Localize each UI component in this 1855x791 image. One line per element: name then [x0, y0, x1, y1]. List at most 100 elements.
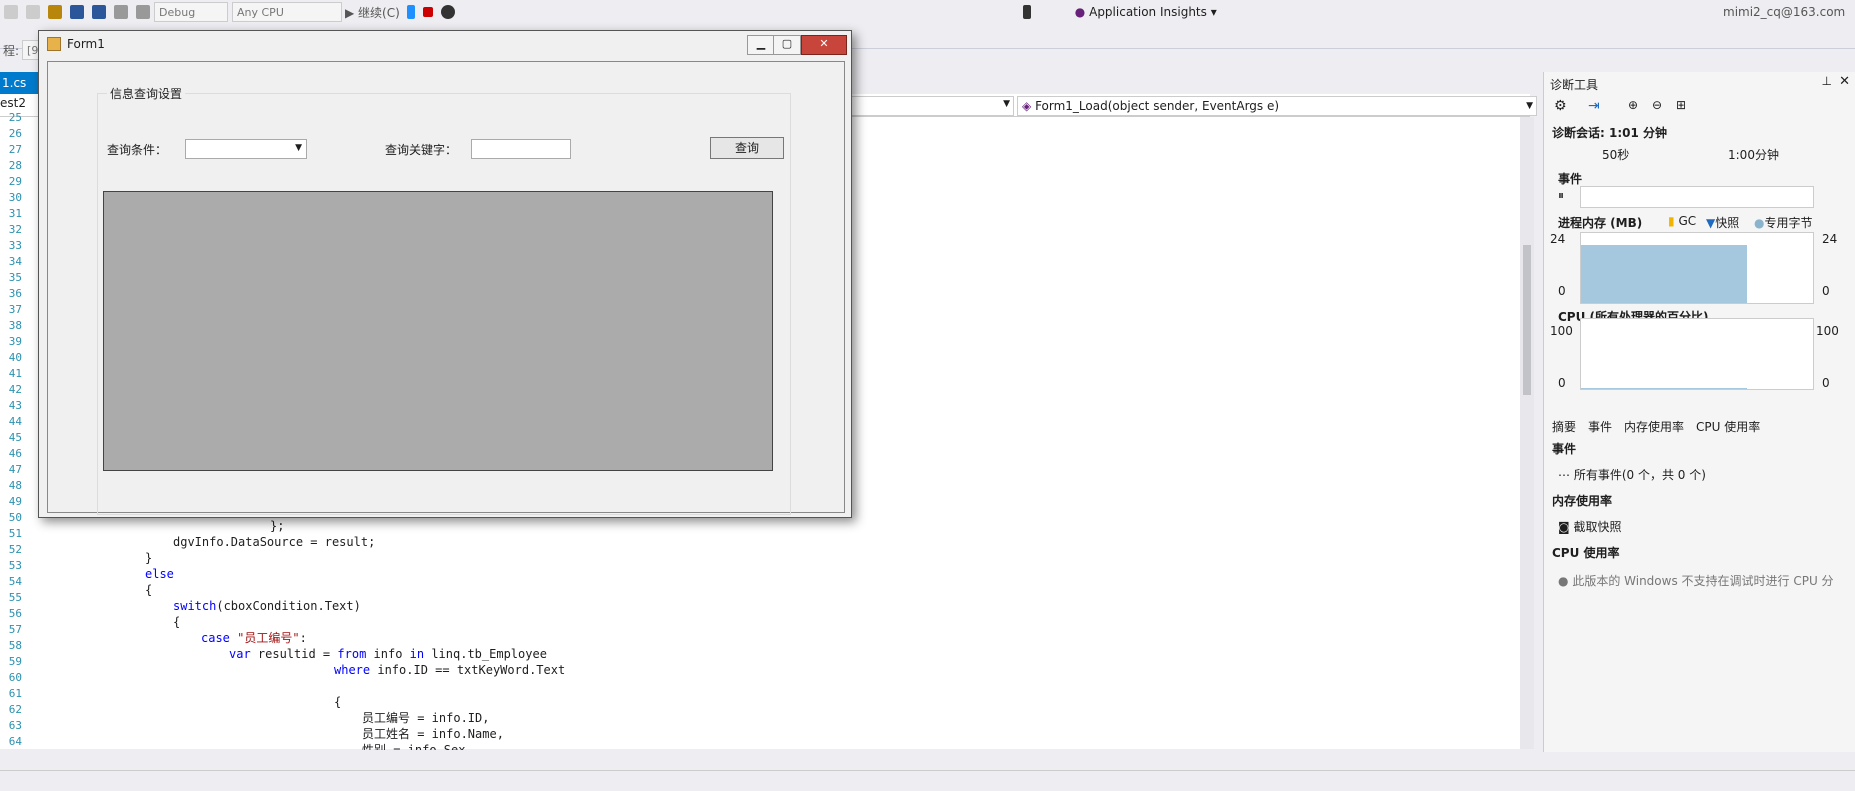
code-text: (cboxCondition.Text)	[216, 599, 361, 613]
undo-icon[interactable]	[114, 5, 128, 19]
code-text: linq.tb_Employee	[424, 647, 547, 661]
cpu-chart	[1580, 318, 1814, 390]
condition-combobox[interactable]: ▼	[185, 139, 307, 159]
pin-icon[interactable]: ⊥	[1822, 74, 1832, 88]
zoom-in-icon[interactable]: ⊕	[1628, 98, 1638, 112]
close-icon[interactable]: ✕	[1839, 74, 1850, 89]
line-number: 28	[8, 159, 22, 172]
dropdown-arrow-icon: ▼	[295, 143, 302, 153]
editor-scrollbar[interactable]	[1520, 117, 1534, 749]
events-icon: ⋯	[1558, 468, 1570, 482]
events-section-header[interactable]: 事件	[1558, 170, 1582, 187]
tab-cpu-usage[interactable]: CPU 使用率	[1696, 418, 1760, 435]
stop-icon[interactable]	[422, 7, 433, 17]
line-number: 33	[8, 239, 22, 252]
reset-view-icon[interactable]: ⊞	[1676, 98, 1686, 112]
line-number: 42	[8, 383, 22, 396]
forward-icon[interactable]	[26, 5, 40, 19]
application-insights-button[interactable]: ● Application Insights ▾	[1075, 5, 1217, 19]
line-number: 40	[8, 351, 22, 364]
code-text: :	[299, 631, 307, 645]
memory-section-header[interactable]: 进程内存 (MB)	[1558, 214, 1642, 231]
continue-button[interactable]: ▶ 继续(C)	[345, 4, 400, 21]
all-events-link[interactable]: ⋯ 所有事件(0 个，共 0 个)	[1558, 466, 1706, 483]
line-number: 41	[8, 367, 22, 380]
line-number: 44	[8, 415, 22, 428]
settings-icon[interactable]: ⚙	[1554, 98, 1567, 114]
all-events-label: 所有事件(0 个，共 0 个)	[1573, 468, 1706, 482]
cpu-axis-min: 0	[1558, 376, 1566, 390]
line-number: 45	[8, 431, 22, 444]
bookmark-icon[interactable]	[1022, 5, 1031, 19]
cpu-unsupported-note: ● 此版本的 Windows 不支持在调试时进行 CPU 分	[1558, 572, 1834, 589]
platform-select[interactable]: Any CPU	[232, 2, 342, 22]
memory-axis-max: 24	[1550, 232, 1566, 246]
condition-label: 查询条件：	[107, 143, 168, 157]
pause-icon[interactable]	[406, 5, 415, 19]
line-number: 31	[8, 207, 22, 220]
member-dropdown-value: Form1_Load(object sender, EventArgs e)	[1035, 99, 1280, 113]
cpu-axis-min-right: 0	[1822, 376, 1830, 390]
gc-icon: ▮	[1668, 214, 1675, 228]
tab-form1-cs[interactable]: 1.cs	[0, 72, 42, 94]
save-all-icon[interactable]	[92, 5, 106, 19]
camera-icon: ◙	[1558, 520, 1570, 534]
chevron-down-icon: ▼	[1003, 99, 1010, 109]
minimize-button[interactable]: ▁	[747, 35, 775, 55]
line-number: 26	[8, 127, 22, 140]
keyword-input[interactable]	[471, 139, 571, 159]
line-number: 27	[8, 143, 22, 156]
search-button[interactable]: 查询	[710, 137, 784, 159]
code-line-52: }	[145, 551, 153, 565]
legend-private-bytes: ●专用字节	[1754, 214, 1813, 231]
insights-label: Application Insights	[1089, 5, 1207, 19]
pause-icon[interactable]: ⏸	[1558, 188, 1564, 203]
code-keyword: from	[337, 647, 367, 661]
line-number: 48	[8, 479, 22, 492]
member-dropdown[interactable]: ◈ Form1_Load(object sender, EventArgs e)…	[1017, 96, 1537, 116]
maximize-button[interactable]: ▢	[773, 35, 801, 55]
redo-icon[interactable]	[136, 5, 150, 19]
chevron-down-icon: ▼	[1526, 101, 1533, 111]
cpu-axis-max-right: 100	[1816, 324, 1839, 338]
restart-icon[interactable]	[440, 5, 455, 19]
cpu-axis-max: 100	[1550, 324, 1573, 338]
cpu-unsupported-text: 此版本的 Windows 不支持在调试时进行 CPU 分	[1572, 574, 1834, 588]
zoom-select[interactable]	[0, 750, 30, 766]
output-panel-header	[0, 770, 1855, 791]
form1-titlebar[interactable]: Form1 ▁ ▢ ✕	[39, 31, 851, 59]
code-line-57: case "员工编号":	[201, 630, 307, 646]
line-number: 56	[8, 607, 22, 620]
export-icon[interactable]: ⇥	[1588, 98, 1600, 114]
line-number: 38	[8, 319, 22, 332]
tab-summary[interactable]: 摘要	[1552, 418, 1576, 435]
data-grid-view[interactable]	[103, 191, 773, 471]
tab-memory-usage[interactable]: 内存使用率	[1624, 418, 1684, 435]
code-line-59: where info.ID == txtKeyWord.Text	[334, 662, 565, 678]
session-duration: 诊断会话: 1:01 分钟	[1552, 126, 1668, 140]
code-line-56: {	[173, 615, 181, 629]
code-line-58: var resultid = from info in linq.tb_Empl…	[229, 646, 547, 662]
code-keyword: where	[334, 663, 371, 677]
zoom-out-icon[interactable]: ⊖	[1652, 98, 1662, 112]
config-select[interactable]: Debug	[154, 2, 228, 22]
back-icon[interactable]	[4, 5, 18, 19]
project-dropdown-value: est2	[0, 96, 26, 110]
line-number: 59	[8, 655, 22, 668]
close-button[interactable]: ✕	[801, 35, 847, 55]
line-number: 29	[8, 175, 22, 188]
tab-events[interactable]: 事件	[1588, 418, 1612, 435]
panel-title: 诊断工具	[1550, 78, 1599, 92]
user-account[interactable]: mimi2_cq@163.com	[1723, 5, 1845, 19]
scrollbar-thumb[interactable]	[1523, 245, 1531, 395]
line-number: 43	[8, 399, 22, 412]
line-number: 37	[8, 303, 22, 316]
take-snapshot-button[interactable]: ◙ 截取快照	[1558, 518, 1622, 535]
line-number: 47	[8, 463, 22, 476]
form-icon	[47, 37, 61, 51]
memory-usage-heading: 内存使用率	[1552, 494, 1613, 508]
line-number: 55	[8, 591, 22, 604]
process-label: 程:	[3, 43, 20, 58]
new-project-icon[interactable]	[48, 5, 62, 19]
save-icon[interactable]	[70, 5, 84, 19]
